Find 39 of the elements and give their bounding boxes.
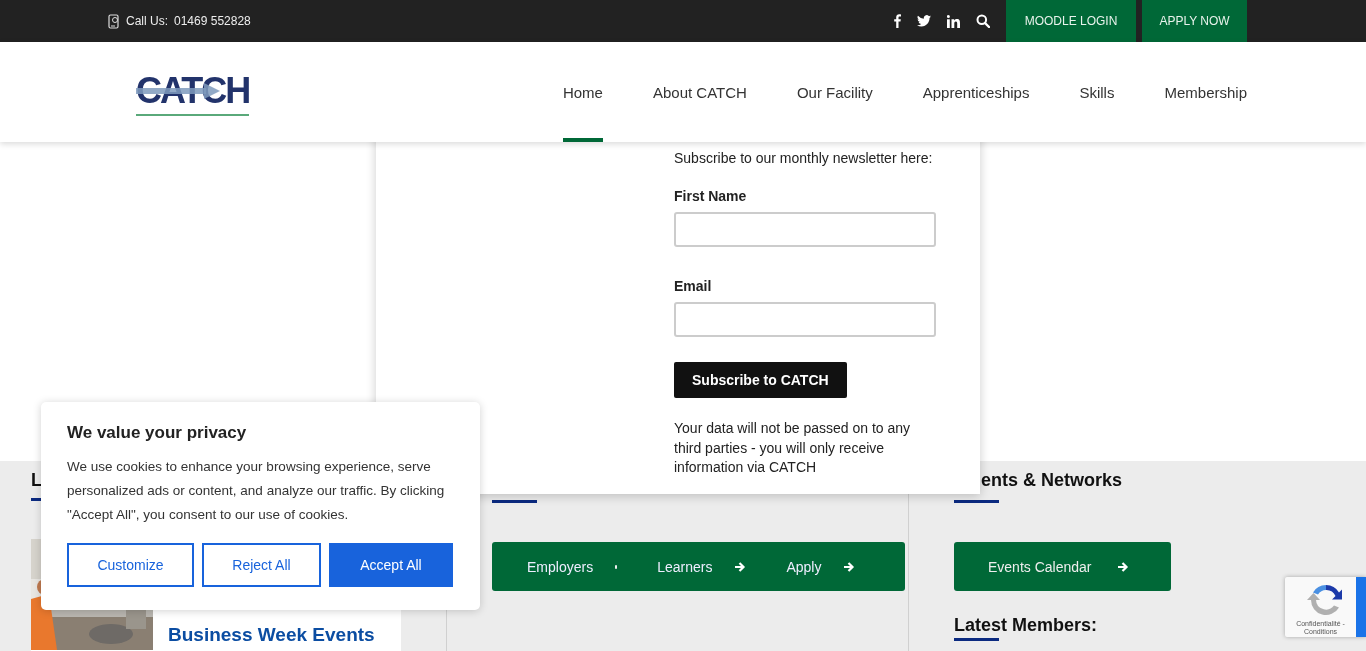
nav-link[interactable]: Our Facility (796, 42, 873, 142)
phone-number: 01469 552828 (174, 14, 251, 28)
article-title[interactable]: Business Week Events (168, 622, 375, 647)
nav-link[interactable]: About CATCH (652, 42, 747, 142)
subscribe-button[interactable]: Subscribe to CATCH (674, 362, 847, 398)
consent-button[interactable]: Customize (67, 543, 194, 587)
phone-icon (108, 13, 120, 29)
twitter-icon[interactable] (917, 15, 931, 27)
section-heading: ents & Networks (981, 470, 1123, 490)
heading-underline (492, 500, 537, 503)
banner-title: We value your privacy (67, 423, 248, 443)
heading-underline (954, 638, 999, 641)
nav-link[interactable]: Membership (1164, 42, 1247, 142)
nav-link[interactable]: Skills (1079, 42, 1115, 142)
top-bar-button[interactable]: APPLY NOW (1142, 0, 1247, 42)
nav-link[interactable]: Employers (527, 558, 594, 575)
search-icon[interactable] (976, 14, 990, 28)
top-bar-button[interactable]: MOODLE LOGIN (1006, 0, 1136, 42)
banner-text: We use cookies to enhance your browsing experience, serve personalized ads or content, and analyze our traffic. By clicking "Accept All", you consent to our use of cookies. (67, 458, 446, 524)
section-heading: L (31, 470, 42, 490)
call-label: Call Us: (126, 14, 168, 28)
facebook-icon[interactable] (894, 14, 901, 28)
logo[interactable]: CATCH (136, 68, 250, 116)
nav-link[interactable]: Apply (786, 558, 822, 575)
newsletter-intro: Subscribe to our monthly newsletter here: (674, 150, 933, 166)
linkedin-icon[interactable] (947, 14, 960, 28)
consent-button[interactable]: Reject All (202, 543, 321, 587)
field-label: Email (674, 278, 712, 294)
heading-underline (954, 500, 999, 503)
field-label: First Name (674, 188, 747, 204)
privacy-note: Your data will not be passed on to any third parties - you will only receive information via CATCH (674, 419, 912, 477)
nav-link[interactable]: Learners (657, 558, 713, 575)
events-calendar-button[interactable]: Events Calendar (954, 542, 1171, 591)
input-field[interactable] (674, 302, 936, 337)
section-heading: Latest Members: (954, 615, 1099, 636)
arrow-right-icon (1116, 560, 1129, 573)
consent-button[interactable]: Accept All (329, 543, 453, 587)
input-field[interactable] (674, 212, 936, 247)
nav-link[interactable]: Apprenticeships (922, 42, 1030, 142)
